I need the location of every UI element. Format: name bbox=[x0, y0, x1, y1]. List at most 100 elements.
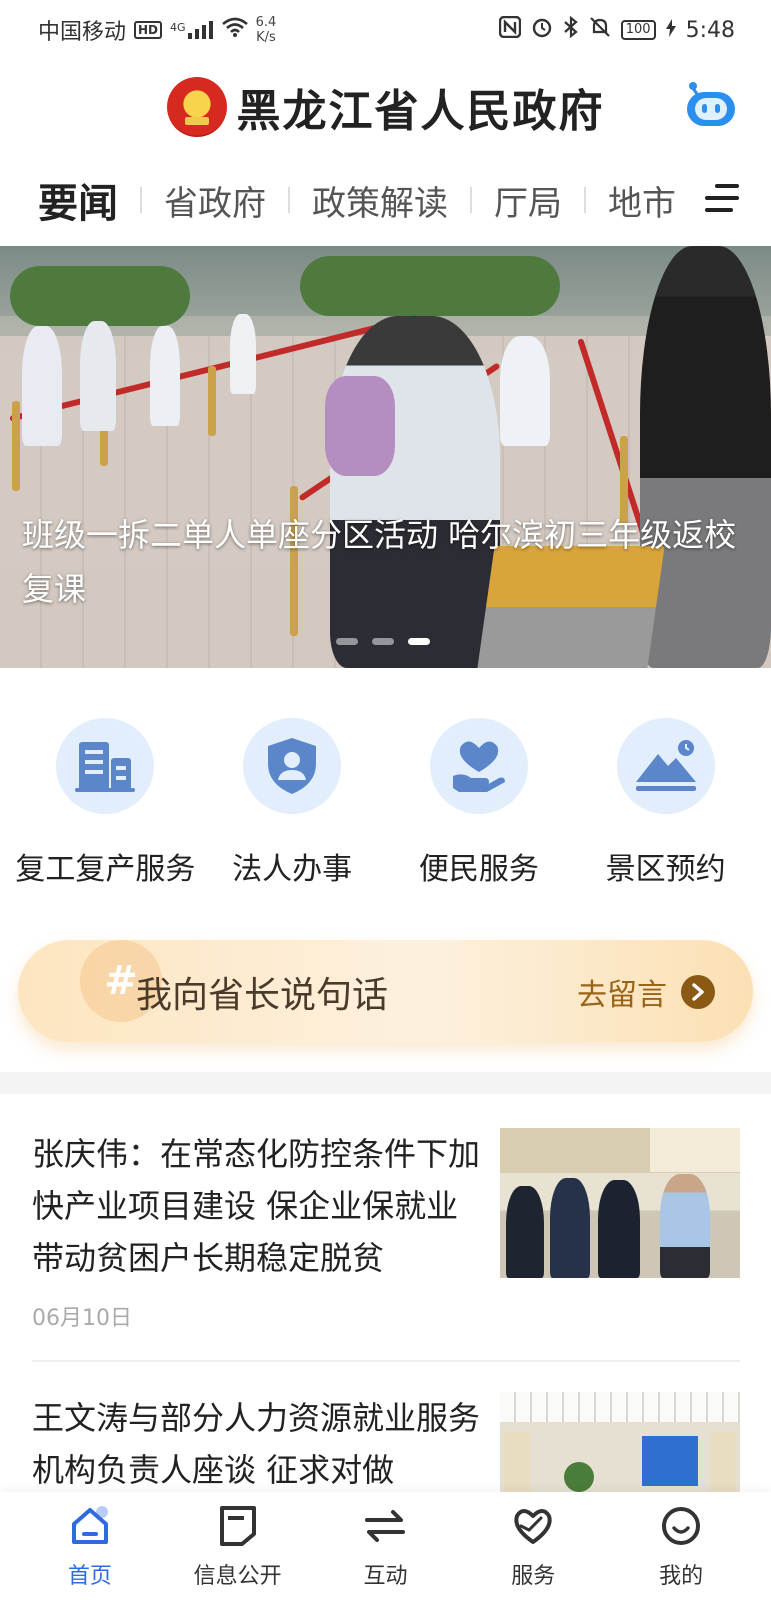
service-icon-circle bbox=[243, 718, 342, 814]
message-banner-title: 我向省长说句话 bbox=[136, 975, 389, 1016]
banner-photo-student bbox=[80, 321, 116, 431]
service-icon-circle bbox=[616, 718, 715, 814]
carousel-dot-active[interactable] bbox=[408, 638, 430, 645]
home-icon bbox=[71, 1506, 108, 1544]
banner-photo-student bbox=[500, 336, 550, 446]
thumbnail-person bbox=[550, 1178, 590, 1278]
tab-departments[interactable]: 厅局 bbox=[494, 176, 562, 225]
thumbnail-plant bbox=[564, 1462, 594, 1492]
carrier-name: 中国移动 bbox=[38, 20, 127, 45]
thumbnail-curtain bbox=[710, 1432, 736, 1492]
national-emblem-logo bbox=[166, 77, 227, 137]
banner-photo-post bbox=[12, 401, 20, 491]
thumbnail-sign bbox=[650, 1128, 740, 1172]
service-label: 复工复产服务 bbox=[15, 852, 196, 887]
carousel-dot[interactable] bbox=[372, 638, 394, 645]
thumbnail-screen bbox=[642, 1436, 698, 1486]
robot-icon bbox=[687, 82, 735, 126]
service-label: 便民服务 bbox=[418, 852, 539, 887]
menu-icon bbox=[715, 184, 739, 188]
building-icon bbox=[75, 742, 136, 792]
heart-hand-icon bbox=[452, 741, 505, 792]
banner-photo-student bbox=[22, 326, 62, 446]
list-divider bbox=[32, 1360, 740, 1362]
service-icon-circle bbox=[429, 718, 528, 814]
signal-icon: 4G bbox=[170, 21, 214, 39]
status-right: 100 5:48 bbox=[498, 15, 735, 44]
carousel-indicator bbox=[336, 638, 430, 645]
nav-label: 我的 bbox=[659, 1564, 704, 1589]
news-list-item[interactable]: 王文涛与部分人力资源就业服务机构负责人座谈 征求对做 bbox=[32, 1392, 740, 1492]
document-icon bbox=[219, 1506, 256, 1546]
service-label: 景区预约 bbox=[605, 852, 726, 887]
banner-photo-student bbox=[230, 314, 256, 394]
thumbnail-person bbox=[660, 1174, 710, 1278]
nav-label: 信息公开 bbox=[193, 1564, 282, 1589]
thumbnail-person bbox=[598, 1180, 640, 1278]
robot-assistant-button[interactable] bbox=[683, 80, 739, 130]
service-convenience[interactable]: 便民服务 bbox=[389, 718, 569, 888]
banner-photo-trees bbox=[300, 256, 560, 316]
category-tabs: 要闻 省政府 政策解读 厅局 地市 bbox=[0, 165, 771, 235]
banner-photo-post bbox=[208, 366, 216, 436]
nav-label: 首页 bbox=[67, 1564, 112, 1589]
news-title: 张庆伟：在常态化防控条件下加快产业项目建设 保企业保就业带动贫困户长期稳定脱贫 bbox=[32, 1135, 481, 1277]
tab-policy-interpretation[interactable]: 政策解读 bbox=[312, 176, 448, 225]
thumbnail-curtain bbox=[504, 1432, 530, 1492]
nav-label: 互动 bbox=[363, 1564, 408, 1589]
tab-divider bbox=[288, 187, 290, 213]
signal-label: 4G bbox=[170, 21, 186, 34]
service-resume-work[interactable]: 复工复产服务 bbox=[15, 718, 195, 888]
menu-icon bbox=[705, 208, 733, 212]
tab-headlines[interactable]: 要闻 bbox=[38, 171, 118, 229]
banner-photo-trees bbox=[10, 266, 190, 326]
bluetooth-icon bbox=[563, 15, 579, 44]
thumbnail-person bbox=[506, 1186, 544, 1278]
leave-message-link[interactable]: 去留言 bbox=[577, 970, 715, 1014]
section-divider bbox=[0, 1072, 771, 1094]
chevron-right-icon bbox=[681, 975, 715, 1009]
service-label: 法人办事 bbox=[232, 852, 353, 887]
menu-icon bbox=[705, 196, 739, 200]
news-date: 06月10日 bbox=[32, 1306, 132, 1331]
tab-provincial-government[interactable]: 省政府 bbox=[164, 176, 266, 225]
nav-home[interactable]: 首页 bbox=[30, 1492, 150, 1600]
heart-icon bbox=[514, 1509, 552, 1544]
net-speed-value: 6.4 bbox=[255, 15, 277, 30]
nav-info-disclosure[interactable]: 信息公开 bbox=[178, 1492, 298, 1600]
tab-divider bbox=[140, 187, 142, 213]
message-governor-banner[interactable]: # 我向省长说句话 去留言 bbox=[18, 940, 753, 1042]
carousel-dot[interactable] bbox=[336, 638, 358, 645]
news-thumbnail bbox=[500, 1392, 740, 1492]
service-scenic-booking[interactable]: 景区预约 bbox=[576, 718, 756, 888]
news-list-item[interactable]: 张庆伟：在常态化防控条件下加快产业项目建设 保企业保就业带动贫困户长期稳定脱贫 … bbox=[32, 1128, 740, 1348]
mountain-clock-icon bbox=[635, 740, 696, 791]
battery-indicator: 100 bbox=[620, 20, 656, 40]
nav-label: 服务 bbox=[511, 1564, 556, 1589]
news-title: 王文涛与部分人力资源就业服务机构负责人座谈 征求对做 bbox=[32, 1399, 481, 1489]
charging-icon bbox=[665, 18, 676, 43]
tab-cities[interactable]: 地市 bbox=[608, 176, 676, 225]
net-speed: 6.4 K/s bbox=[256, 15, 277, 45]
news-carousel[interactable]: 班级一拆二单人单座分区活动 哈尔滨初三年级返校复课 bbox=[0, 246, 771, 668]
tab-menu-button[interactable] bbox=[703, 178, 743, 218]
shield-person-icon bbox=[268, 738, 317, 794]
nav-interaction[interactable]: 互动 bbox=[325, 1492, 445, 1600]
bottom-navigation: 首页 信息公开 互动 服务 我的 bbox=[0, 1492, 771, 1600]
exchange-arrows-icon bbox=[365, 1510, 406, 1542]
news-thumbnail bbox=[500, 1128, 740, 1278]
wifi-icon bbox=[221, 17, 248, 43]
net-speed-unit: K/s bbox=[256, 30, 276, 45]
leave-message-label: 去留言 bbox=[577, 978, 667, 1013]
page-title: 黑龙江省人民政府 bbox=[236, 86, 605, 137]
quick-services: 复工复产服务 法人办事 便民服务 景区预约 bbox=[0, 718, 771, 888]
nav-profile[interactable]: 我的 bbox=[621, 1492, 741, 1600]
alarm-icon bbox=[531, 16, 553, 44]
nav-services[interactable]: 服务 bbox=[473, 1492, 593, 1600]
app-header: 黑龙江省人民政府 bbox=[0, 62, 771, 152]
banner-photo-bag bbox=[325, 376, 395, 476]
thumbnail-ceiling bbox=[500, 1392, 740, 1422]
status-bar: 中国移动 HD 4G 6.4 K/s 100 5:48 bbox=[0, 0, 771, 60]
service-legal-person[interactable]: 法人办事 bbox=[202, 718, 382, 888]
status-left: 中国移动 HD 4G 6.4 K/s bbox=[38, 14, 276, 46]
